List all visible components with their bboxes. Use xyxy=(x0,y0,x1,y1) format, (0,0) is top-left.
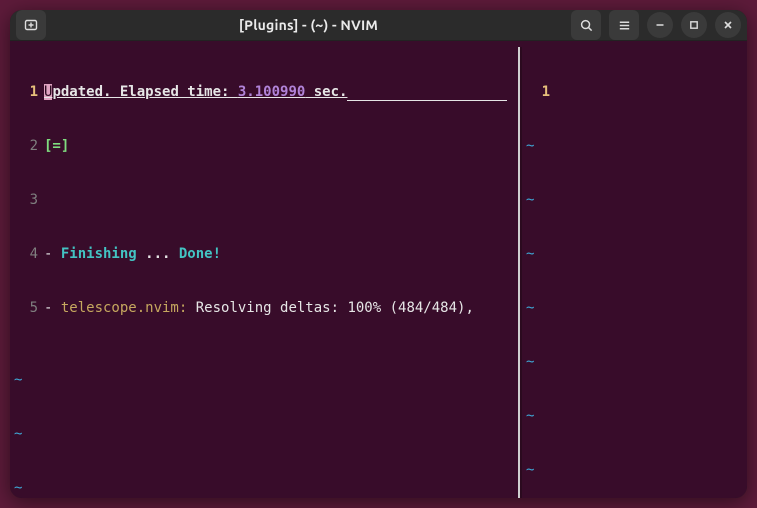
left-pane[interactable]: 1 Updated. Elapsed time: 3.100990 sec. 2… xyxy=(10,47,520,498)
buffer-line: Updated. Elapsed time: 3.100990 sec. xyxy=(44,83,518,101)
buffer-line xyxy=(556,83,747,101)
line-number: 1 xyxy=(10,83,44,101)
minimize-icon xyxy=(654,19,666,31)
close-icon xyxy=(722,19,734,31)
search-button[interactable] xyxy=(571,10,601,40)
window-title: [Plugins] - (~) - NVIM xyxy=(239,17,378,33)
buffer-line xyxy=(44,191,518,209)
line-number: 3 xyxy=(10,191,44,209)
line-number: 2 xyxy=(10,137,44,155)
new-tab-icon xyxy=(23,17,39,33)
empty-line-tilde: ~ xyxy=(522,407,747,425)
new-tab-button[interactable] xyxy=(16,10,46,40)
empty-line-tilde: ~ xyxy=(10,425,518,443)
menu-button[interactable] xyxy=(609,10,639,40)
buffer-line: [=] xyxy=(44,137,518,155)
search-icon xyxy=(579,18,594,33)
titlebar: [Plugins] - (~) - NVIM xyxy=(10,10,747,40)
empty-line-tilde: ~ xyxy=(522,299,747,317)
maximize-icon xyxy=(688,19,700,31)
empty-line-tilde: ~ xyxy=(10,371,518,389)
empty-line-tilde: ~ xyxy=(522,191,747,209)
empty-line-tilde: ~ xyxy=(522,245,747,263)
maximize-button[interactable] xyxy=(681,12,707,38)
empty-line-tilde: ~ xyxy=(522,461,747,479)
empty-line-tilde: ~ xyxy=(522,137,747,155)
buffer-line: - telescope.nvim: Resolving deltas: 100%… xyxy=(44,299,518,317)
empty-line-tilde: ~ xyxy=(10,479,518,497)
right-pane[interactable]: 1 ~ ~ ~ ~ ~ ~ ~ ~ ~ ~ ~ ~ ~ ~ ~ ~ ~ xyxy=(520,47,747,498)
window-frame: [Plugins] - (~) - NVIM xyxy=(10,10,747,498)
buffer-line: - Finishing ... Done! xyxy=(44,245,518,263)
line-number: 1 xyxy=(522,83,556,101)
terminal[interactable]: 1 Updated. Elapsed time: 3.100990 sec. 2… xyxy=(10,40,747,498)
split-panes: 1 Updated. Elapsed time: 3.100990 sec. 2… xyxy=(10,47,747,498)
minimize-button[interactable] xyxy=(647,12,673,38)
close-button[interactable] xyxy=(715,12,741,38)
hamburger-icon xyxy=(617,18,632,33)
empty-line-tilde: ~ xyxy=(522,353,747,371)
line-number: 4 xyxy=(10,245,44,263)
line-number: 5 xyxy=(10,299,44,317)
